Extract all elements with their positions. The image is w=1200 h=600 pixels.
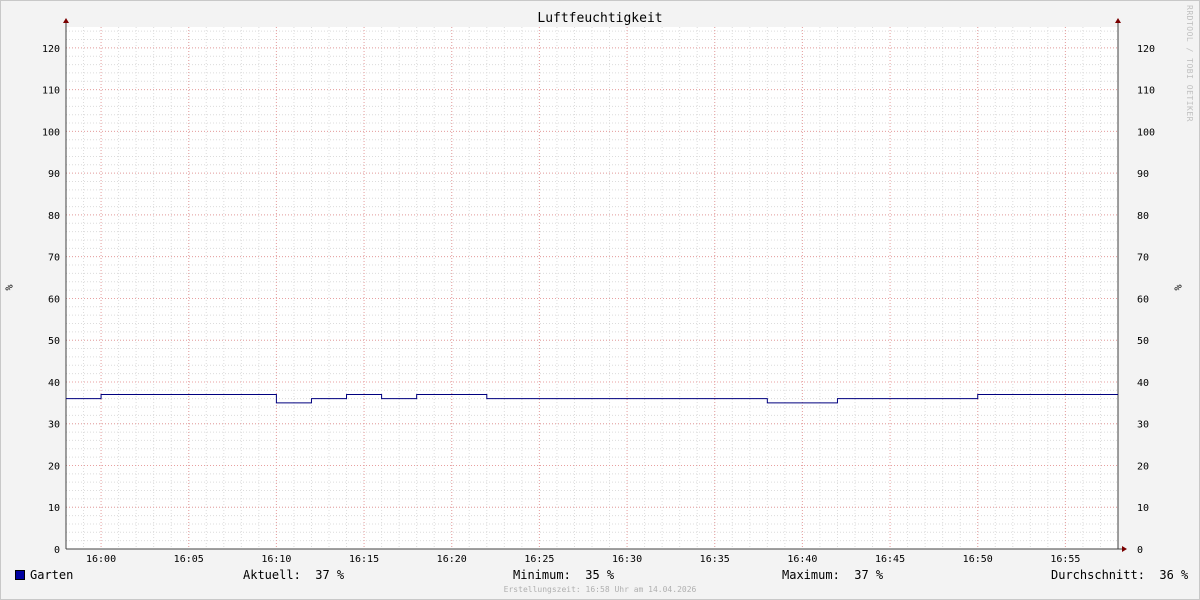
legend-maximum: Maximum: 37 %	[782, 568, 884, 582]
y-tick-label-right: 100	[1137, 127, 1155, 138]
x-tick-label: 16:10	[261, 554, 291, 565]
y-tick-label-left: 20	[48, 461, 60, 472]
x-tick-label: 16:50	[963, 554, 993, 565]
x-tick-label: 16:35	[700, 554, 730, 565]
x-tick-label: 16:15	[349, 554, 379, 565]
y-tick-label-right: 40	[1137, 378, 1149, 389]
creation-time: Erstellungszeit: 16:58 Uhr am 14.04.2026	[503, 585, 697, 594]
x-axis-arrow	[1122, 546, 1127, 552]
x-tick-label: 16:55	[1050, 554, 1080, 565]
y-tick-label-right: 110	[1137, 86, 1155, 97]
y-tick-label-left: 10	[48, 503, 60, 514]
x-tick-label: 16:05	[174, 554, 204, 565]
legend-average: Durchschnitt: 36 %	[1051, 568, 1189, 582]
y-tick-label-left: 80	[48, 211, 60, 222]
y-tick-label-right: 20	[1137, 461, 1149, 472]
x-tick-label: 16:45	[875, 554, 905, 565]
y-tick-label-left: 60	[48, 294, 60, 305]
y-tick-label-right: 0	[1137, 545, 1143, 556]
y-tick-label-right: 60	[1137, 294, 1149, 305]
x-tick-label: 16:00	[86, 554, 116, 565]
y-tick-label-left: 120	[42, 44, 60, 55]
legend-swatch	[15, 570, 25, 580]
y-tick-label-right: 50	[1137, 336, 1149, 347]
y-tick-label-left: 40	[48, 378, 60, 389]
y-tick-label-left: 50	[48, 336, 60, 347]
y-tick-label-left: 70	[48, 253, 60, 264]
y-axis-arrow-left	[63, 18, 69, 23]
y-tick-label-right: 80	[1137, 211, 1149, 222]
y-tick-label-left: 30	[48, 420, 60, 431]
x-tick-label: 16:25	[524, 554, 554, 565]
x-tick-label: 16:20	[437, 554, 467, 565]
y-tick-label-left: 90	[48, 169, 60, 180]
y-tick-label-left: 110	[42, 86, 60, 97]
y-tick-label-left: 100	[42, 127, 60, 138]
y-tick-label-right: 90	[1137, 169, 1149, 180]
legend-current: Aktuell: 37 %	[243, 568, 345, 582]
y-axis-arrow-right	[1115, 18, 1121, 23]
y-tick-label-right: 30	[1137, 420, 1149, 431]
y-tick-label-right: 70	[1137, 253, 1149, 264]
y-tick-label-right: 120	[1137, 44, 1155, 55]
x-tick-label: 16:30	[612, 554, 642, 565]
y-tick-label-right: 10	[1137, 503, 1149, 514]
legend-minimum: Minimum: 35 %	[513, 568, 615, 582]
chart-area: 0 0 10 10 20 20 30 30 40 40 50 50 60 60 70 70 80 80 90 90 10…	[42, 18, 1155, 565]
y-tick-label-left: 0	[54, 545, 60, 556]
x-tick-label: 16:40	[787, 554, 817, 565]
legend-series-name: Garten	[30, 568, 74, 582]
